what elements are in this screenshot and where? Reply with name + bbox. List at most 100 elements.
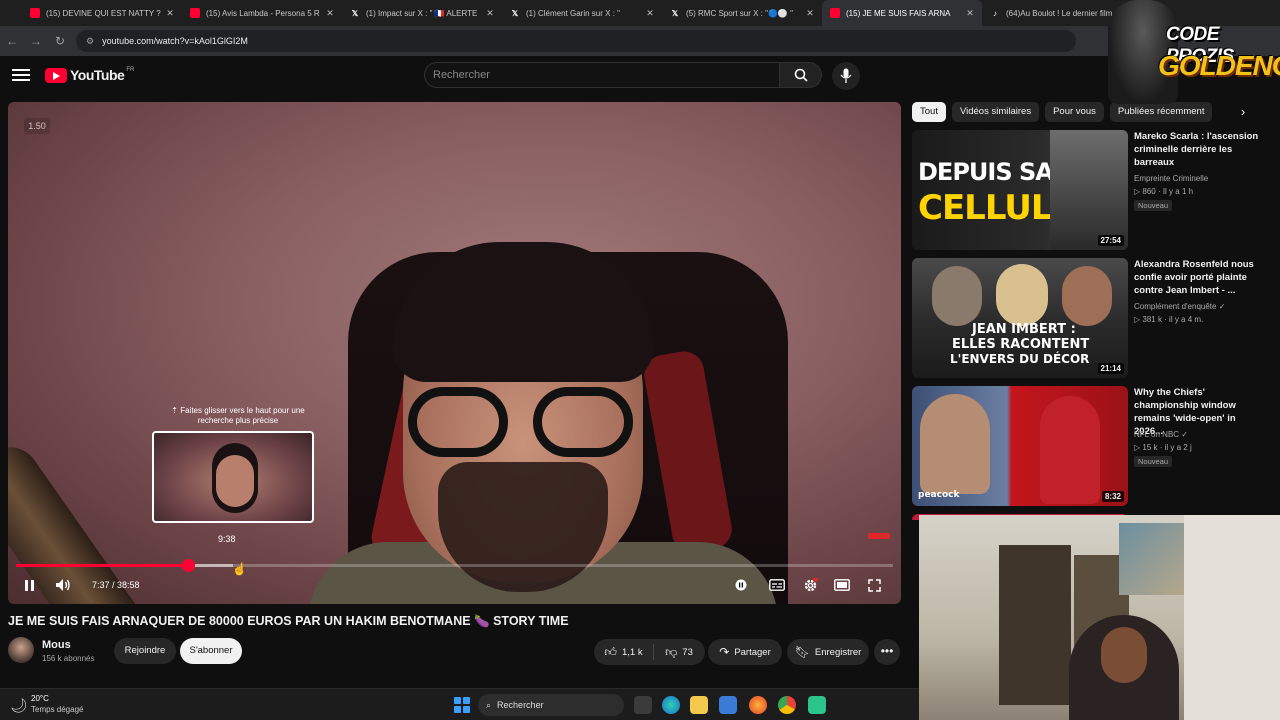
save-button[interactable]: 🔖︎ Enregistrer xyxy=(787,639,869,665)
volume-icon xyxy=(56,579,70,591)
chip-all[interactable]: Tout xyxy=(912,102,946,122)
menu-icon[interactable] xyxy=(12,66,30,84)
channel-avatar[interactable] xyxy=(8,637,34,663)
browser-tab[interactable]: 𝕏 (1) Clément Garin sur X : " ✕ xyxy=(502,0,662,26)
thumbnail-text: peacock xyxy=(918,490,960,500)
recommended-channel[interactable]: NFL on NBC ✓ xyxy=(1134,430,1188,439)
progress-played-fill xyxy=(16,564,188,567)
forward-icon[interactable]: → xyxy=(24,34,48,48)
join-button[interactable]: Rejoindre xyxy=(114,638,176,664)
subtitles-button[interactable] xyxy=(768,576,786,594)
file-explorer-icon[interactable] xyxy=(690,696,708,714)
close-icon[interactable]: ✕ xyxy=(164,8,176,19)
autoplay-toggle[interactable] xyxy=(732,576,750,594)
edge-icon[interactable] xyxy=(662,696,680,714)
close-icon[interactable]: ✕ xyxy=(324,8,336,19)
close-icon[interactable]: ✕ xyxy=(804,8,816,19)
x-icon: 𝕏 xyxy=(671,8,679,18)
progress-bar[interactable] xyxy=(16,559,893,572)
chevron-right-icon[interactable]: › xyxy=(1234,102,1252,122)
task-view-icon[interactable] xyxy=(634,696,652,714)
video-player[interactable]: 1.50 ⇡ Faites glisser vers le haut pour … xyxy=(8,102,901,604)
thumbnail-person xyxy=(932,266,982,326)
close-icon[interactable]: ✕ xyxy=(644,8,656,19)
chip-recent[interactable]: Publiées récemment xyxy=(1109,102,1213,122)
recommended-video[interactable]: JEAN IMBERT : ELLES RACONTENT L'ENVERS D… xyxy=(912,258,1272,378)
share-label: Partager xyxy=(734,646,771,658)
recommended-meta: ▷ 381 k · il y a 4 m. xyxy=(1134,315,1204,324)
voice-search-button[interactable] xyxy=(832,62,860,90)
back-icon[interactable]: ← xyxy=(0,34,24,48)
recommended-title[interactable]: Alexandra Rosenfeld nous confie avoir po… xyxy=(1134,258,1262,297)
channel-name[interactable]: Mous xyxy=(42,639,71,651)
like-dislike-group: 👍︎ 1,1 k 👎︎ 73 xyxy=(594,639,705,665)
like-button[interactable]: 👍︎ 1,1 k xyxy=(594,644,654,660)
streamer-webcam xyxy=(919,515,1280,720)
recommended-channel[interactable]: Empreinte Criminelle xyxy=(1134,174,1208,183)
recommended-video[interactable]: DEPUIS SA CELLULE 27:54 Mareko Scarla : … xyxy=(912,130,1272,250)
reload-icon[interactable]: ↻ xyxy=(48,34,72,48)
progress-scrubber[interactable] xyxy=(181,559,195,572)
browser-tab-strip: (15) DEVINE QUI EST NATTY ? ✕ (15) Avis L… xyxy=(0,0,1280,26)
subscribe-button[interactable]: S'abonner xyxy=(180,638,242,664)
site-info-icon[interactable]: ⚙ xyxy=(86,36,94,47)
recommended-channel[interactable]: Complément d'enquête ✓ xyxy=(1134,302,1225,311)
thumbnail-text: DEPUIS SA xyxy=(918,158,1054,186)
theater-mode-button[interactable] xyxy=(833,576,851,594)
more-actions-button[interactable]: ••• xyxy=(874,639,900,665)
pause-button[interactable] xyxy=(20,576,38,594)
close-icon[interactable]: ✕ xyxy=(484,8,496,19)
browser-tab[interactable]: (15) Avis Lambda - Persona 5 R ✕ xyxy=(182,0,342,26)
video-thumbnail[interactable]: peacock 8:32 xyxy=(912,386,1128,506)
video-thumbnail[interactable]: DEPUIS SA CELLULE 27:54 xyxy=(912,130,1128,250)
volume-button[interactable] xyxy=(54,576,72,594)
share-button[interactable]: ↷ Partager xyxy=(708,639,782,665)
search-input[interactable]: Rechercher xyxy=(424,62,780,88)
dislike-button[interactable]: 👎︎ 73 xyxy=(654,645,704,660)
live-chat-indicator xyxy=(868,533,890,539)
thumbs-up-icon: 👍︎ xyxy=(604,644,617,659)
store-icon[interactable] xyxy=(719,696,737,714)
taskbar-search[interactable]: ⌕ Rechercher xyxy=(478,694,624,716)
video-duration: 21:14 xyxy=(1097,363,1124,374)
browser-tab[interactable]: (15) DEVINE QUI EST NATTY ? ✕ xyxy=(22,0,182,26)
chip-for-you[interactable]: Pour vous xyxy=(1045,102,1104,122)
browser-tab-active[interactable]: (15) JE ME SUIS FAIS ARNA ✕ xyxy=(822,0,982,26)
windows-start-icon[interactable] xyxy=(454,697,470,713)
firefox-icon[interactable] xyxy=(749,696,767,714)
browser-tab[interactable]: 𝕏 (5) RMC Sport sur X : "🔵⚪ " ✕ xyxy=(662,0,822,26)
search-icon: ⌕ xyxy=(486,699,492,710)
windows-taskbar: 🌙︎ 20°C Temps dégagé ⌕ Rechercher xyxy=(0,688,919,720)
url-field[interactable]: ⚙ youtube.com/watch?v=kAol1GlGI2M xyxy=(76,30,1076,52)
thumbnail-player xyxy=(1040,396,1100,504)
thumbnail-text: ELLES RACONTENT xyxy=(952,337,1090,352)
settings-button[interactable] xyxy=(801,576,819,594)
chip-similar[interactable]: Vidéos similaires xyxy=(951,102,1040,122)
youtube-logo[interactable]: YouTube FR xyxy=(45,67,134,83)
seek-hint: ⇡ Faites glisser vers le haut pour une r… xyxy=(171,406,305,425)
youtube-icon xyxy=(830,8,840,18)
tab-title: (1) Clément Garin sur X : " xyxy=(526,8,620,18)
search-button[interactable] xyxy=(780,62,822,88)
moon-icon[interactable]: 🌙︎ xyxy=(10,697,28,714)
fullscreen-button[interactable] xyxy=(865,576,883,594)
gear-icon xyxy=(804,577,818,591)
recommended-title[interactable]: Mareko Scarla : l'ascension criminelle d… xyxy=(1134,130,1262,169)
recommended-meta: ▷ 860 · Il y a 1 h xyxy=(1134,187,1194,196)
browser-tab[interactable]: 𝕏 (1) Impact sur X : " 🇫🇷 ALERTE ✕ xyxy=(342,0,502,26)
search-icon xyxy=(794,68,808,82)
app-icon[interactable] xyxy=(808,696,826,714)
youtube-icon xyxy=(190,8,200,18)
chrome-icon[interactable] xyxy=(778,696,796,714)
like-count: 1,1 k xyxy=(621,646,643,658)
playback-speed-badge: 1.50 xyxy=(24,118,50,134)
weather-description[interactable]: Temps dégagé xyxy=(31,705,83,714)
weather-temperature[interactable]: 20°C xyxy=(31,694,49,703)
tab-title: (15) JE ME SUIS FAIS ARNA xyxy=(846,8,951,18)
youtube-icon xyxy=(30,8,40,18)
webcam-streamer-face xyxy=(1101,627,1147,683)
video-thumbnail[interactable]: JEAN IMBERT : ELLES RACONTENT L'ENVERS D… xyxy=(912,258,1128,378)
close-icon[interactable]: ✕ xyxy=(964,8,976,19)
share-icon: ↷ xyxy=(719,645,730,659)
recommended-video[interactable]: peacock 8:32 Why the Chiefs' championshi… xyxy=(912,386,1272,506)
